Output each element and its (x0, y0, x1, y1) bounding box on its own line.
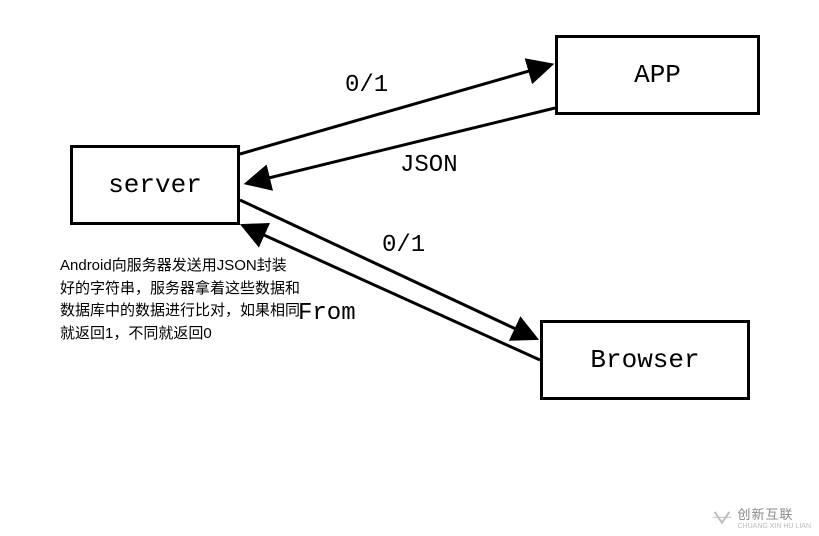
watermark-brand: 创新互联 (737, 504, 811, 523)
edge-label-app-to-server: JSON (400, 152, 458, 179)
edge-label-server-to-app: 0/1 (345, 72, 388, 99)
app-label: APP (634, 60, 681, 90)
browser-node: Browser (540, 320, 750, 400)
watermark: 创新互联 CHUANG XIN HU LIAN (711, 504, 811, 530)
watermark-sub: CHUANG XIN HU LIAN (737, 523, 811, 530)
app-node: APP (555, 35, 760, 115)
arrow-server-to-app (240, 65, 550, 154)
browser-label: Browser (590, 345, 699, 375)
server-label: server (108, 170, 202, 200)
server-node: server (70, 145, 240, 225)
edge-label-server-to-browser: 0/1 (382, 232, 425, 259)
edge-label-browser-to-server: From (298, 300, 356, 327)
watermark-logo-icon (711, 510, 733, 524)
description-text: Android向服务器发送用JSON封装好的字符串，服务器拿着这些数据和数据库中… (60, 255, 300, 345)
